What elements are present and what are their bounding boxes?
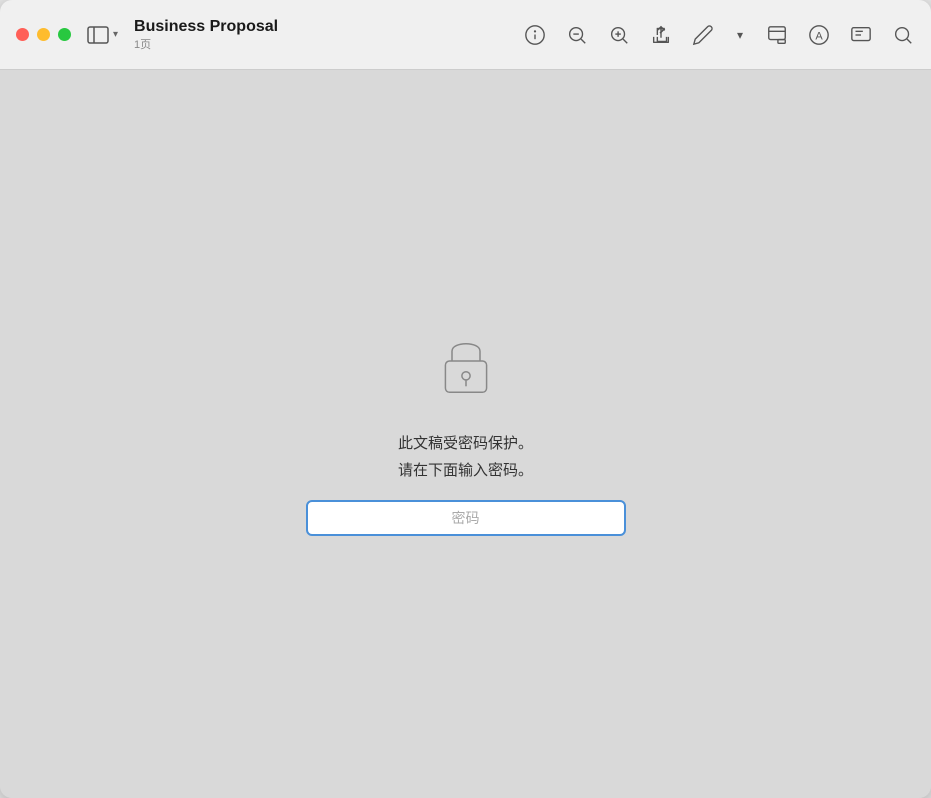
circle-a-icon: A (808, 24, 830, 46)
app-window: ▾ Business Proposal 1页 (0, 0, 931, 798)
zoom-in-icon (608, 24, 630, 46)
share-icon (650, 24, 672, 46)
lock-icon-container (431, 333, 501, 408)
info-button[interactable] (523, 23, 547, 47)
title-section: Business Proposal 1页 (134, 17, 278, 52)
window-icon (766, 24, 788, 46)
close-button[interactable] (16, 28, 29, 41)
comment-button[interactable] (849, 23, 873, 47)
page-count: 1页 (134, 36, 278, 52)
protected-text: 此文稿受密码保护。 (398, 432, 533, 453)
info-icon (524, 24, 546, 46)
zoom-in-button[interactable] (607, 23, 631, 47)
document-title: Business Proposal (134, 17, 278, 36)
maximize-button[interactable] (58, 28, 71, 41)
toolbar: ▾ A (523, 23, 915, 47)
enter-password-text: 请在下面输入密码。 (398, 459, 533, 480)
lock-icon (431, 333, 501, 403)
share-button[interactable] (649, 23, 673, 47)
search-icon (892, 24, 914, 46)
main-content: 此文稿受密码保护。 请在下面输入密码。 (0, 70, 931, 798)
chevron-down-icon: ▾ (737, 28, 743, 42)
window-button[interactable] (765, 23, 789, 47)
search-button[interactable] (891, 23, 915, 47)
text-button[interactable]: A (807, 23, 831, 47)
zoom-out-icon (566, 24, 588, 46)
zoom-out-button[interactable] (565, 23, 589, 47)
svg-text:A: A (815, 30, 823, 42)
titlebar: ▾ Business Proposal 1页 (0, 0, 931, 70)
traffic-lights (16, 28, 71, 41)
sidebar-toggle-button[interactable]: ▾ (87, 26, 118, 44)
chevron-down-icon: ▾ (113, 29, 118, 40)
password-input[interactable] (306, 500, 626, 536)
pen-icon (692, 24, 714, 46)
minimize-button[interactable] (37, 28, 50, 41)
pen-options-button[interactable]: ▾ (733, 23, 747, 47)
pen-button[interactable] (691, 23, 715, 47)
comment-icon (850, 24, 872, 46)
password-input-wrapper (306, 500, 626, 536)
sidebar-icon (87, 26, 109, 44)
